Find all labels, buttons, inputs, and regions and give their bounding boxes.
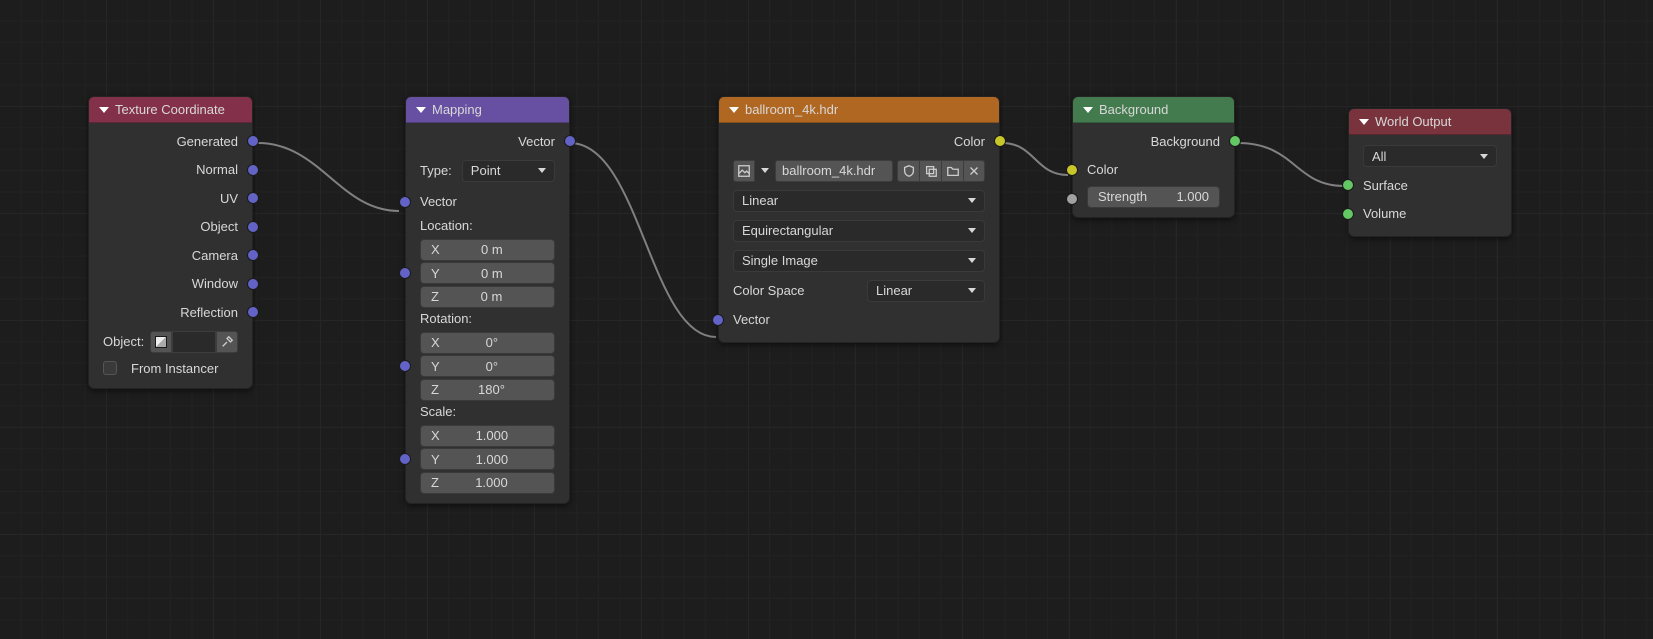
collapse-icon[interactable] bbox=[416, 107, 426, 113]
location-label: Location: bbox=[406, 216, 569, 237]
output-object[interactable]: Object bbox=[89, 213, 252, 242]
input-vector[interactable]: Vector bbox=[406, 188, 569, 217]
node-header[interactable]: Texture Coordinate bbox=[89, 97, 252, 123]
chevron-down-icon bbox=[968, 198, 976, 203]
node-header[interactable]: Background bbox=[1073, 97, 1234, 123]
scale-z-field[interactable]: Z1.000 bbox=[420, 472, 555, 494]
node-background[interactable]: Background Background Color Strength 1.0… bbox=[1072, 96, 1235, 218]
node-header[interactable]: Mapping bbox=[406, 97, 569, 123]
node-mapping[interactable]: Mapping Vector Type: Point Vector Locati… bbox=[405, 96, 570, 504]
rotation-label: Rotation: bbox=[406, 309, 569, 330]
socket-vector-icon[interactable] bbox=[712, 314, 724, 326]
collapse-icon[interactable] bbox=[99, 107, 109, 113]
socket-location-icon[interactable] bbox=[399, 267, 411, 279]
chevron-down-icon bbox=[968, 228, 976, 233]
chevron-down-icon bbox=[968, 288, 976, 293]
socket-color-icon[interactable] bbox=[1066, 164, 1078, 176]
colorspace-label: Color Space bbox=[733, 283, 857, 298]
node-title: ballroom_4k.hdr bbox=[745, 102, 838, 117]
object-datablock-button[interactable] bbox=[150, 331, 172, 353]
output-uv[interactable]: UV bbox=[89, 184, 252, 213]
chevron-down-icon bbox=[538, 168, 546, 173]
close-icon bbox=[967, 164, 981, 178]
socket-vector-icon[interactable] bbox=[247, 221, 259, 233]
node-texture-coordinate[interactable]: Texture Coordinate Generated Normal UV O… bbox=[88, 96, 253, 389]
chevron-down-icon[interactable] bbox=[761, 168, 769, 173]
eyedropper-icon bbox=[220, 335, 234, 349]
projection-dropdown[interactable]: Equirectangular bbox=[733, 220, 985, 242]
location-y-field[interactable]: Y0 m bbox=[420, 262, 555, 284]
node-world-output[interactable]: World Output All Surface Volume bbox=[1348, 108, 1512, 237]
from-instancer-label: From Instancer bbox=[131, 361, 218, 376]
object-label: Object: bbox=[103, 334, 144, 349]
collapse-icon[interactable] bbox=[729, 107, 739, 113]
socket-scale-icon[interactable] bbox=[399, 453, 411, 465]
open-image-button[interactable] bbox=[941, 160, 963, 182]
new-image-button[interactable] bbox=[919, 160, 941, 182]
rotation-z-field[interactable]: Z180° bbox=[420, 379, 555, 401]
object-picker-row: Object: bbox=[89, 327, 252, 357]
output-color[interactable]: Color bbox=[719, 127, 999, 156]
socket-float-icon[interactable] bbox=[1066, 193, 1078, 205]
from-instancer-row[interactable]: From Instancer bbox=[89, 357, 252, 380]
folder-icon bbox=[946, 164, 960, 178]
socket-vector-icon[interactable] bbox=[399, 196, 411, 208]
node-title: Texture Coordinate bbox=[115, 102, 225, 117]
node-header[interactable]: World Output bbox=[1349, 109, 1511, 135]
socket-shader-icon[interactable] bbox=[1342, 208, 1354, 220]
target-dropdown[interactable]: All bbox=[1363, 145, 1497, 167]
chevron-down-icon bbox=[968, 258, 976, 263]
socket-rotation-icon[interactable] bbox=[399, 360, 411, 372]
scale-y-field[interactable]: Y1.000 bbox=[420, 448, 555, 470]
duplicate-icon bbox=[924, 164, 938, 178]
collapse-icon[interactable] bbox=[1359, 119, 1369, 125]
rotation-x-field[interactable]: X0° bbox=[420, 332, 555, 354]
socket-shader-icon[interactable] bbox=[1342, 179, 1354, 191]
output-background[interactable]: Background bbox=[1073, 127, 1234, 156]
output-vector[interactable]: Vector bbox=[406, 127, 569, 156]
location-x-field[interactable]: X0 m bbox=[420, 239, 555, 261]
output-reflection[interactable]: Reflection bbox=[89, 298, 252, 327]
node-title: Mapping bbox=[432, 102, 482, 117]
input-volume[interactable]: Volume bbox=[1349, 200, 1511, 229]
input-color[interactable]: Color bbox=[1073, 156, 1234, 185]
unlink-image-button[interactable] bbox=[963, 160, 985, 182]
output-normal[interactable]: Normal bbox=[89, 156, 252, 185]
eyedropper-button[interactable] bbox=[216, 331, 238, 353]
image-icon bbox=[737, 164, 751, 178]
node-header[interactable]: ballroom_4k.hdr bbox=[719, 97, 999, 123]
fake-user-button[interactable] bbox=[897, 160, 919, 182]
scale-x-field[interactable]: X1.000 bbox=[420, 425, 555, 447]
socket-vector-icon[interactable] bbox=[247, 278, 259, 290]
interpolation-dropdown[interactable]: Linear bbox=[733, 190, 985, 212]
output-camera[interactable]: Camera bbox=[89, 241, 252, 270]
type-dropdown[interactable]: Point bbox=[462, 160, 555, 182]
image-datablock-button[interactable] bbox=[733, 160, 755, 182]
node-title: Background bbox=[1099, 102, 1168, 117]
shield-icon bbox=[902, 164, 916, 178]
collapse-icon[interactable] bbox=[1083, 107, 1093, 113]
input-surface[interactable]: Surface bbox=[1349, 171, 1511, 200]
chevron-down-icon bbox=[1480, 154, 1488, 159]
strength-field[interactable]: Strength 1.000 bbox=[1087, 186, 1220, 208]
output-window[interactable]: Window bbox=[89, 270, 252, 299]
output-generated[interactable]: Generated bbox=[89, 127, 252, 156]
node-title: World Output bbox=[1375, 114, 1451, 129]
image-name-field[interactable]: ballroom_4k.hdr bbox=[775, 160, 893, 182]
rotation-y-field[interactable]: Y0° bbox=[420, 355, 555, 377]
object-name-field[interactable] bbox=[172, 331, 216, 353]
scale-label: Scale: bbox=[406, 402, 569, 423]
checkbox-icon[interactable] bbox=[103, 361, 117, 375]
datablock-icon bbox=[155, 336, 167, 348]
input-vector[interactable]: Vector bbox=[719, 306, 999, 335]
source-dropdown[interactable]: Single Image bbox=[733, 250, 985, 272]
node-environment-texture[interactable]: ballroom_4k.hdr Color ballroom_4k.hdr Li… bbox=[718, 96, 1000, 343]
location-z-field[interactable]: Z0 m bbox=[420, 286, 555, 308]
socket-vector-icon[interactable] bbox=[247, 164, 259, 176]
colorspace-dropdown[interactable]: Linear bbox=[867, 280, 985, 302]
type-label: Type: bbox=[420, 163, 452, 178]
